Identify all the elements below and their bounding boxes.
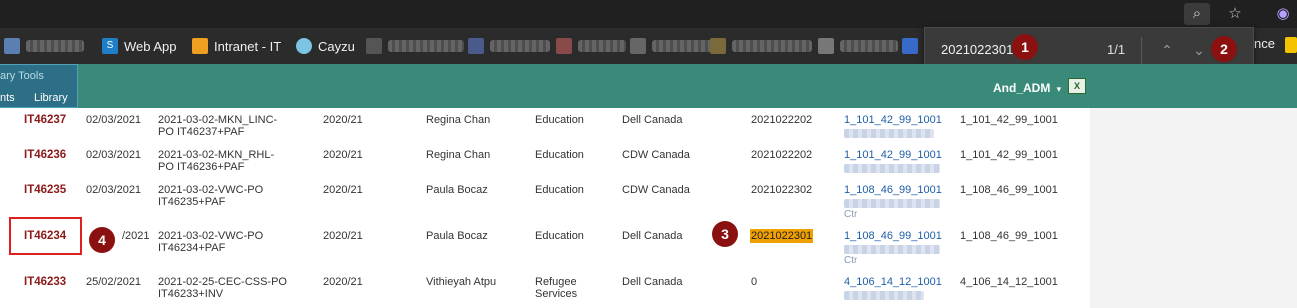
bookmark-label: Intranet - IT (214, 38, 282, 54)
vendor-cell: Dell Canada (622, 276, 683, 288)
bookmark-blurred-3[interactable] (468, 36, 550, 56)
reference-cell-highlighted: 2021022301 (750, 229, 814, 243)
bookmark-label: Web App (124, 38, 177, 54)
item-id-link[interactable]: IT46236 (24, 149, 66, 161)
vendor-cell: CDW Canada (622, 184, 690, 196)
vendor-cell: Dell Canada (622, 114, 683, 126)
doc-name-cell: 2021-03-02-MKN_LINC- PO IT46237+PAF (158, 114, 278, 138)
reference-cell: 2021022202 (751, 114, 813, 126)
chevron-up-icon[interactable]: ⌃ (1157, 40, 1177, 60)
account-code-cell: 4_106_14_12_1001 (960, 276, 1058, 288)
date-cell: /2021 (122, 230, 150, 242)
doc-name-cell: 2021-03-02-VWC-PO IT46235+PAF (158, 184, 264, 208)
fiscal-year-cell: 2020/21 (323, 276, 363, 288)
ribbon-library-tools: ary Tools nts Library (0, 64, 78, 108)
bookmark-blurred-8[interactable] (902, 36, 924, 56)
department-cell: Education (535, 149, 584, 161)
user-name: And_ADM (993, 81, 1051, 95)
right-pane (1090, 108, 1297, 308)
requester-cell: Vithieyah Atpu (426, 276, 497, 288)
doc-name-cell: 2021-03-02-VWC-PO IT46234+PAF (158, 230, 264, 254)
account-code-cell: 1_101_42_99_1001 (960, 114, 1058, 126)
callout-3: 3 (712, 221, 738, 247)
account-link[interactable]: 1_101_42_99_1001 (844, 114, 942, 138)
norton-icon[interactable] (1285, 37, 1297, 53)
bookmark-web-app[interactable]: S Web App (102, 36, 177, 56)
department-cell: Refugee Services (535, 276, 578, 300)
date-cell: 25/02/2021 (86, 276, 142, 288)
excel-export-icon[interactable]: X (1068, 78, 1086, 94)
bookmark-intranet-it[interactable]: Intranet - IT (192, 36, 281, 56)
bookmark-blurred-4[interactable] (556, 36, 626, 56)
chevron-down-icon[interactable]: ⌄ (1189, 40, 1209, 60)
reference-cell: 2021022202 (751, 149, 813, 161)
item-id-link[interactable]: IT46237 (24, 114, 66, 126)
account-link[interactable]: 1_101_42_99_1001 (844, 149, 942, 173)
user-menu[interactable]: And_ADM ▾ (993, 81, 1061, 95)
intranet-icon (192, 38, 208, 54)
bookmark-cayzu[interactable]: Cayzu (296, 36, 355, 56)
date-cell: 02/03/2021 (86, 149, 142, 161)
reference-cell: 2021022302 (751, 184, 813, 196)
find-match-count: 1/1 (1107, 42, 1126, 57)
fiscal-year-cell: 2020/21 (323, 230, 363, 242)
app-header (0, 64, 1297, 108)
requester-cell: Regina Chan (426, 114, 491, 126)
favorites-add-icon[interactable]: ☆ (1222, 3, 1248, 25)
bookmark-blurred-7[interactable] (818, 36, 898, 56)
search-page-icon[interactable]: ⌕ (1184, 3, 1210, 25)
browser-titlebar: ⌕ ☆ ◉ (0, 0, 1297, 28)
bookmark-label: Cayzu (318, 38, 355, 54)
bookmark-partial-label[interactable]: nce (1254, 36, 1275, 51)
department-cell: Education (535, 114, 584, 126)
vendor-cell: Dell Canada (622, 230, 683, 242)
fiscal-year-cell: 2020/21 (323, 114, 363, 126)
profile-icon[interactable]: ◉ (1270, 3, 1296, 25)
sharepoint-icon: S (102, 38, 118, 54)
department-cell: Education (535, 184, 584, 196)
ribbon-title: ary Tools (0, 70, 44, 82)
date-cell: 02/03/2021 (86, 184, 142, 196)
item-id-link[interactable]: IT46233 (24, 276, 66, 288)
tab-items[interactable]: nts (0, 92, 15, 104)
callout-4: 4 (89, 227, 115, 253)
account-link[interactable]: 1_108_46_99_1001 Ctr (844, 230, 942, 267)
doc-name-cell: 2021-03-02-MKN_RHL- PO IT46236+PAF (158, 149, 275, 173)
date-cell: 02/03/2021 (86, 114, 142, 126)
account-code-cell: 1_108_46_99_1001 (960, 230, 1058, 242)
cloud-icon (296, 38, 312, 54)
account-link[interactable]: 1_108_46_99_1001 Ctr (844, 184, 942, 221)
bookmark-icon (4, 38, 20, 54)
callout-2: 2 (1211, 36, 1237, 62)
chevron-down-icon: ▾ (1056, 84, 1062, 94)
find-divider (1141, 37, 1142, 65)
doc-name-cell: 2021-02-25-CEC-CSS-PO IT46233+INV (158, 276, 287, 300)
tab-library[interactable]: Library (34, 92, 68, 104)
reference-cell: 0 (751, 276, 758, 288)
requester-cell: Regina Chan (426, 149, 491, 161)
account-link[interactable]: 4_106_14_12_1001 (844, 276, 942, 300)
bookmark-blurred-1[interactable] (4, 36, 84, 56)
highlight-box (9, 217, 82, 255)
bookmark-blurred-6[interactable] (710, 36, 812, 56)
account-code-cell: 1_108_46_99_1001 (960, 184, 1058, 196)
requester-cell: Paula Bocaz (426, 230, 488, 242)
bookmark-blurred-5[interactable] (630, 36, 712, 56)
requester-cell: Paula Bocaz (426, 184, 488, 196)
vendor-cell: CDW Canada (622, 149, 690, 161)
bookmark-blurred-2[interactable] (366, 36, 464, 56)
fiscal-year-cell: 2020/21 (323, 149, 363, 161)
department-cell: Education (535, 230, 584, 242)
document-list: IT46237 02/03/2021 2021-03-02-MKN_LINC- … (0, 108, 1090, 308)
callout-1: 1 (1012, 34, 1038, 60)
account-code-cell: 1_101_42_99_1001 (960, 149, 1058, 161)
item-id-link[interactable]: IT46235 (24, 184, 66, 196)
find-input[interactable]: 2021022301 (941, 42, 1013, 57)
fiscal-year-cell: 2020/21 (323, 184, 363, 196)
